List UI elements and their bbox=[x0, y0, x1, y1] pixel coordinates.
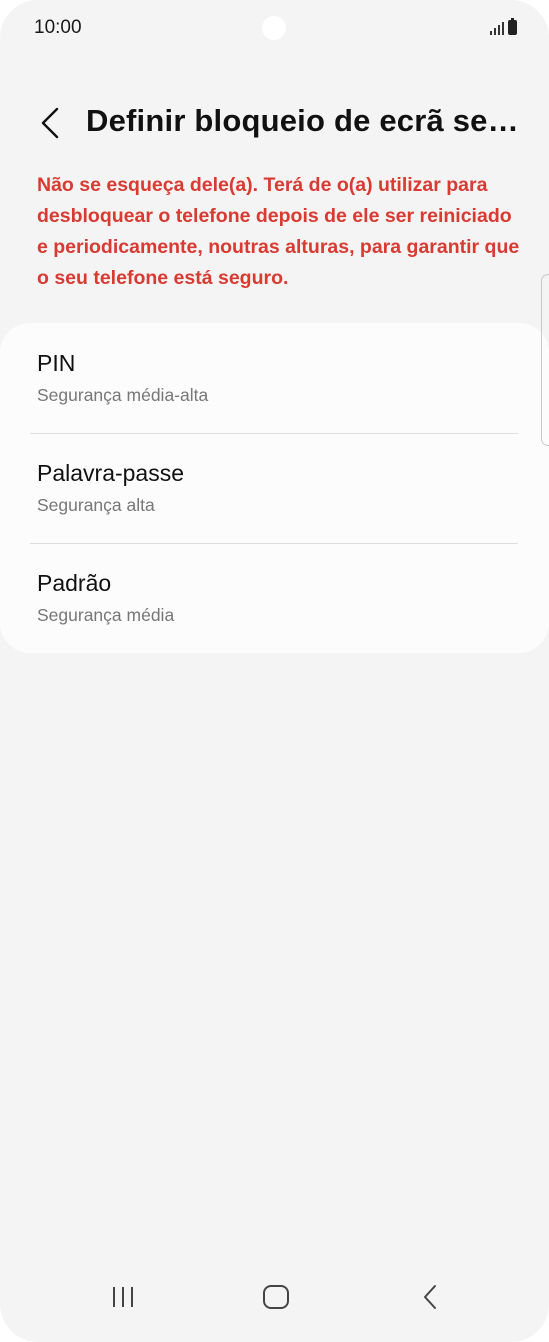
back-icon bbox=[424, 1285, 436, 1309]
option-subtitle: Segurança média-alta bbox=[37, 385, 209, 405]
recents-icon bbox=[113, 1287, 133, 1307]
nav-back-button[interactable] bbox=[400, 1272, 460, 1322]
option-pattern[interactable]: Padrão Segurança média bbox=[0, 543, 549, 653]
lock-options-card: PIN Segurança média-alta Palavra-passe S… bbox=[0, 323, 549, 653]
warning-text: Não se esqueça dele(a). Terá de o(a) uti… bbox=[37, 174, 520, 289]
option-password[interactable]: Palavra-passe Segurança alta bbox=[0, 433, 549, 543]
status-bar: 10:00 bbox=[0, 0, 549, 60]
front-camera bbox=[262, 16, 286, 40]
navigation-bar bbox=[0, 1262, 549, 1342]
home-icon bbox=[263, 1285, 289, 1309]
status-icons bbox=[490, 18, 517, 35]
signal-icon bbox=[490, 21, 504, 35]
back-button[interactable] bbox=[30, 101, 70, 145]
option-subtitle: Segurança média bbox=[37, 605, 175, 625]
header: Definir bloqueio de ecrã seg... bbox=[0, 95, 549, 151]
chevron-left-icon bbox=[41, 107, 59, 139]
recents-button[interactable] bbox=[93, 1272, 153, 1322]
phone-screen: 10:00 Definir bloqueio de ecrã seg... Nã… bbox=[0, 0, 549, 1342]
page-title: Definir bloqueio de ecrã seg... bbox=[86, 103, 526, 138]
option-title: PIN bbox=[37, 350, 76, 376]
option-title: Palavra-passe bbox=[37, 460, 185, 486]
status-time: 10:00 bbox=[34, 17, 82, 38]
home-button[interactable] bbox=[246, 1272, 306, 1322]
option-title: Padrão bbox=[37, 570, 112, 596]
edge-panel-handle[interactable] bbox=[541, 274, 549, 446]
option-pin[interactable]: PIN Segurança média-alta bbox=[0, 323, 549, 433]
battery-icon bbox=[508, 18, 517, 35]
option-subtitle: Segurança alta bbox=[37, 495, 155, 515]
